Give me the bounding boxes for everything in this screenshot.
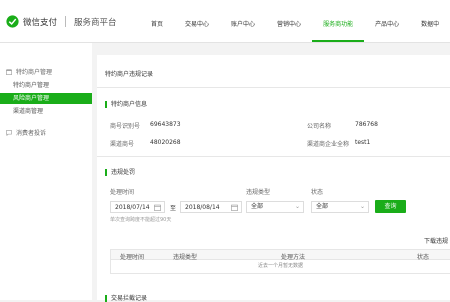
section-divider bbox=[97, 156, 450, 157]
sidebar-group-complaints[interactable]: 消费者投诉 bbox=[6, 128, 46, 137]
chevron-down-icon: ⌄ bbox=[359, 203, 365, 210]
date-separator: 至 bbox=[170, 205, 177, 212]
channel-name-value: test1 bbox=[355, 139, 371, 146]
nav-product-center[interactable]: 产品中心 bbox=[364, 0, 410, 42]
nav-account-center[interactable]: 账户中心 bbox=[220, 0, 266, 42]
platform-name: 服务商平台 bbox=[74, 17, 117, 28]
violation-type-value: 全部 bbox=[251, 203, 264, 210]
channel-id-value: 48020268 bbox=[150, 139, 181, 146]
wechat-pay-logo-icon bbox=[6, 15, 19, 28]
main-panel: 特约商户违规记录 特约商户信息 商号识别号 69643873 公司名称 7867… bbox=[97, 55, 450, 302]
intercept-section-title: 交易拦截记录 bbox=[105, 295, 147, 302]
process-time-label: 处理时间 bbox=[110, 189, 135, 196]
nav-data-center[interactable]: 数据中 bbox=[410, 0, 450, 42]
store-icon bbox=[6, 68, 12, 75]
merchant-id-label: 商号识别号 bbox=[110, 123, 141, 130]
top-bar: 微信支付 服务商平台 首页 交易中心 账户中心 营销中心 服务商功能 产品中心 … bbox=[0, 0, 450, 43]
sidebar: 特约商户管理 特约商户管理 风险商户管理 渠道商管理 消费者投诉 bbox=[0, 43, 92, 300]
merchant-info-section-title: 特约商户信息 bbox=[105, 101, 147, 108]
date-from-value: 2018/07/14 bbox=[115, 203, 150, 211]
violation-section-title: 违规处罚 bbox=[105, 169, 135, 176]
company-name-value: 786768 bbox=[355, 121, 378, 128]
calendar-icon bbox=[154, 204, 161, 211]
query-button[interactable]: 查询 bbox=[375, 200, 406, 213]
table-header: 处理时间 违规类型 处理方法 状态 bbox=[110, 249, 450, 261]
status-value: 全部 bbox=[316, 203, 329, 210]
logo[interactable]: 微信支付 服务商平台 bbox=[6, 15, 117, 28]
status-select[interactable]: 全部 ⌄ bbox=[311, 201, 369, 213]
title-divider bbox=[97, 87, 450, 88]
date-to-input[interactable]: 2018/08/14 bbox=[180, 201, 242, 213]
query-range-hint: 单次查询跨度不能超过90天 bbox=[110, 217, 172, 223]
chat-icon bbox=[6, 129, 12, 136]
page-title: 特约商户违规记录 bbox=[105, 71, 154, 78]
channel-name-label: 渠道商企业全称 bbox=[307, 141, 350, 148]
sidebar-item-merchant-management[interactable]: 特约商户管理 bbox=[0, 80, 92, 91]
brand-name: 微信支付 bbox=[23, 17, 58, 28]
logo-divider bbox=[65, 16, 67, 27]
sidebar-group-label: 特约商户管理 bbox=[16, 69, 53, 76]
company-name-label: 公司名称 bbox=[307, 123, 332, 130]
channel-id-label: 渠道商号 bbox=[110, 141, 135, 148]
sidebar-item-risk-merchant[interactable]: 风险商户管理 bbox=[0, 93, 92, 104]
sidebar-group-label: 消费者投诉 bbox=[16, 130, 47, 137]
nav-home[interactable]: 首页 bbox=[140, 0, 174, 42]
date-from-input[interactable]: 2018/07/14 bbox=[110, 201, 165, 213]
chevron-down-icon: ⌄ bbox=[294, 203, 300, 210]
violation-type-label: 违规类型 bbox=[246, 189, 271, 196]
date-to-value: 2018/08/14 bbox=[185, 203, 220, 211]
download-violation-link[interactable]: 下载违规 bbox=[424, 236, 448, 245]
nav-marketing-center[interactable]: 营销中心 bbox=[266, 0, 312, 42]
status-label: 状态 bbox=[311, 189, 324, 196]
merchant-id-value: 69643873 bbox=[150, 121, 181, 128]
violation-type-select[interactable]: 全部 ⌄ bbox=[246, 201, 304, 213]
sidebar-item-channel-management[interactable]: 渠道商管理 bbox=[0, 106, 92, 117]
nav-provider-features[interactable]: 服务商功能 bbox=[312, 0, 365, 42]
main-nav: 首页 交易中心 账户中心 营销中心 服务商功能 产品中心 数据中 bbox=[140, 0, 450, 42]
nav-transaction-center[interactable]: 交易中心 bbox=[174, 0, 220, 42]
calendar-icon bbox=[231, 204, 238, 211]
table-empty-state: 近去一个月暂无数据 bbox=[110, 260, 450, 274]
sidebar-group-merchant[interactable]: 特约商户管理 bbox=[6, 67, 52, 76]
